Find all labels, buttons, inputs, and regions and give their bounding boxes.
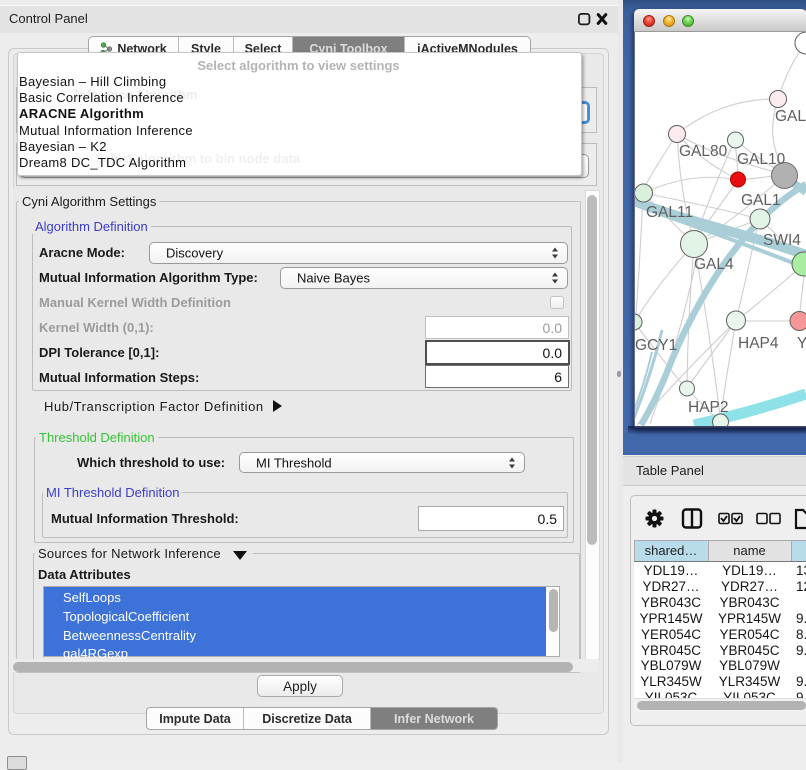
svg-text:HAP4: HAP4 xyxy=(738,335,779,352)
svg-text:HAP2: HAP2 xyxy=(688,399,729,416)
svg-text:GAL1: GAL1 xyxy=(741,192,781,209)
svg-text:SWI4: SWI4 xyxy=(763,232,801,249)
svg-text:GAL10: GAL10 xyxy=(737,151,786,168)
svg-text:GAL4: GAL4 xyxy=(694,256,734,273)
svg-text:GAL80: GAL80 xyxy=(679,143,728,160)
svg-text:GCY1: GCY1 xyxy=(635,337,677,354)
svg-text:GAL11: GAL11 xyxy=(646,204,693,221)
svg-text:YB: YB xyxy=(797,335,806,352)
svg-text:GAL2: GAL2 xyxy=(775,108,806,125)
